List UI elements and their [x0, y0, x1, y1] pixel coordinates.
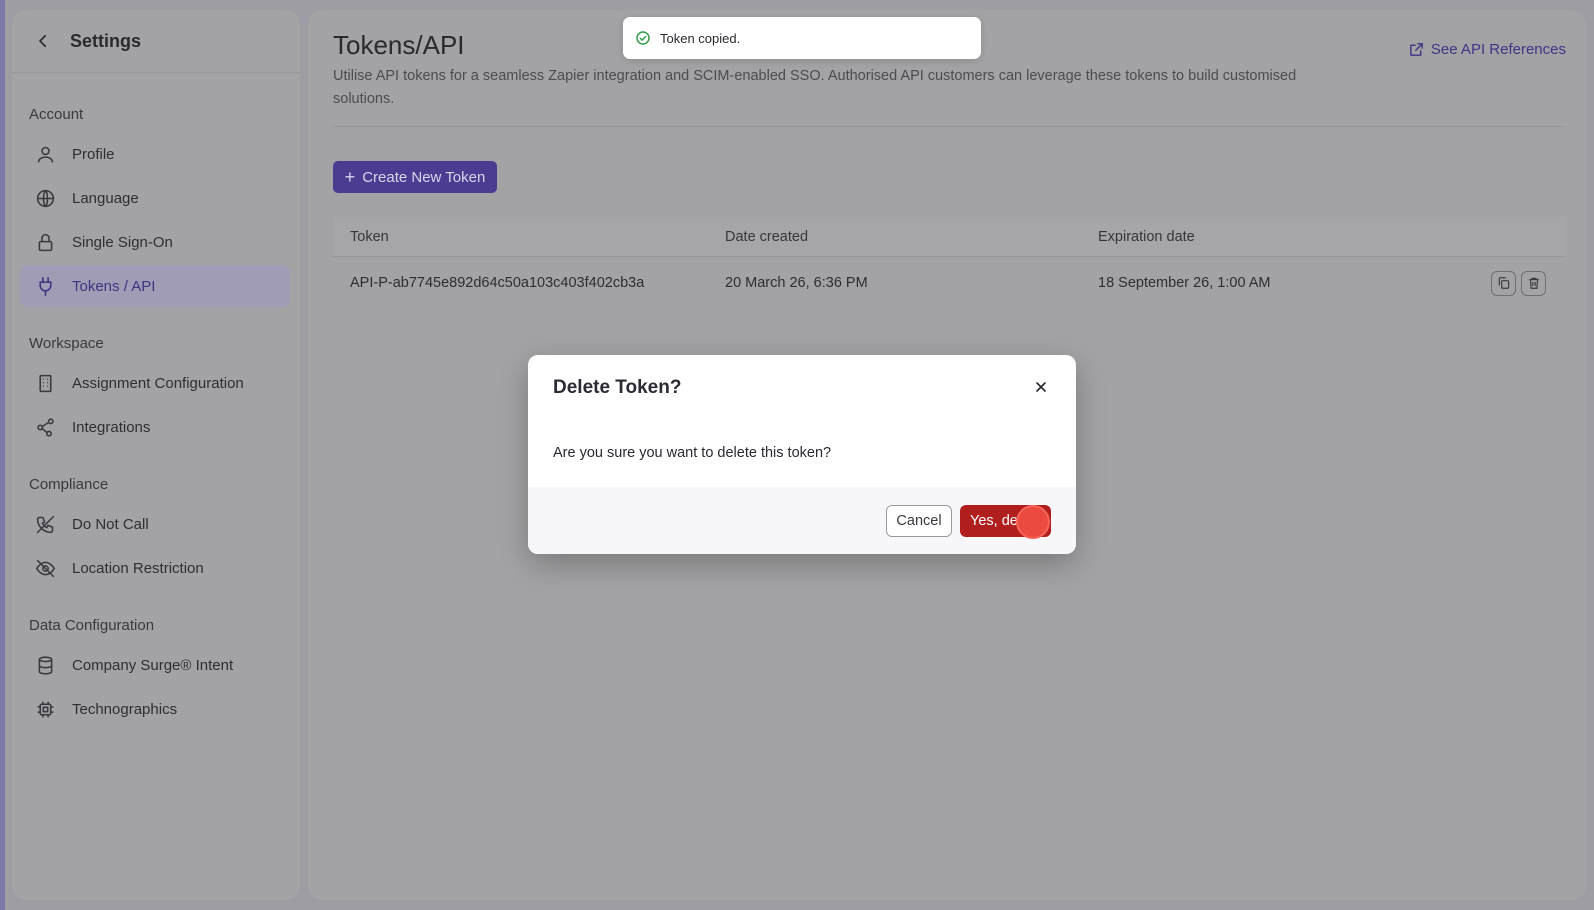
tokens-table: Token Date created Expiration date API-P…	[333, 217, 1566, 309]
sidebar-item-label: Language	[72, 189, 139, 207]
table-row: API-P-ab7745e892d64c50a103c403f402cb3a 2…	[333, 257, 1566, 309]
user-icon	[34, 143, 56, 165]
sidebar-item-label: Location Restriction	[72, 559, 204, 577]
sidebar-item-integrations[interactable]: Integrations	[20, 406, 290, 448]
copy-icon	[1498, 277, 1509, 289]
copy-token-button[interactable]	[1491, 270, 1516, 296]
cancel-button[interactable]: Cancel	[886, 505, 952, 537]
section-data-configuration: Data Configuration	[29, 617, 155, 634]
plug-icon	[34, 275, 56, 297]
database-icon	[34, 654, 56, 676]
page-title: Tokens/API	[333, 30, 465, 60]
lock-icon	[34, 231, 56, 253]
chip-icon	[34, 698, 56, 720]
sidebar-item-language[interactable]: Language	[20, 177, 290, 219]
token-date-created: 20 March 26, 6:36 PM	[725, 275, 868, 291]
token-expiration-date: 18 September 26, 1:00 AM	[1098, 275, 1271, 291]
sidebar-item-label: Profile	[72, 145, 115, 163]
sidebar-item-label: Technographics	[72, 700, 178, 718]
sidebar-item-label: Single Sign-On	[72, 233, 173, 251]
toast-message: Token copied.	[660, 30, 741, 46]
header-divider	[333, 126, 1566, 127]
sidebar-item-label: Do Not Call	[72, 515, 149, 533]
sidebar-item-location[interactable]: Location Restriction	[20, 547, 290, 589]
section-account: Account	[29, 106, 84, 123]
settings-sidebar: Settings Account Profile Language Single…	[12, 10, 300, 900]
building-icon	[34, 372, 56, 394]
trash-icon	[1528, 277, 1539, 289]
token-value: API-P-ab7745e892d64c50a103c403f402cb3a	[350, 275, 645, 291]
page-description: Utilise API tokens for a seamless Zapier…	[333, 68, 1297, 107]
share-nodes-icon	[34, 416, 56, 438]
delete-token-button[interactable]	[1521, 270, 1546, 296]
dialog-message: Are you sure you want to delete this tok…	[553, 445, 832, 461]
header-date-created: Date created	[725, 228, 809, 245]
section-workspace: Workspace	[29, 335, 104, 352]
header-token: Token	[350, 228, 389, 245]
header-expiration-date: Expiration date	[1098, 228, 1195, 245]
create-token-label: Create New Token	[362, 168, 486, 186]
sidebar-item-profile[interactable]: Profile	[20, 133, 290, 175]
sidebar-item-label: Tokens / API	[72, 277, 156, 295]
sidebar-item-technographics[interactable]: Technographics	[20, 688, 290, 730]
toast-notification: Token copied.	[623, 17, 981, 59]
phone-off-icon	[34, 513, 56, 535]
sidebar-item-label: Company Surge® Intent	[72, 656, 234, 674]
create-new-token-button[interactable]: + Create New Token	[333, 161, 497, 193]
globe-icon	[34, 187, 56, 209]
row-actions	[1491, 270, 1546, 296]
eye-off-icon	[34, 557, 56, 579]
sidebar-item-label: Assignment Configuration	[72, 374, 244, 392]
close-icon[interactable]	[1031, 377, 1051, 397]
sidebar-item-label: Integrations	[72, 418, 151, 436]
table-header: Token Date created Expiration date	[333, 217, 1566, 257]
external-link-icon	[1410, 43, 1423, 56]
check-circle-icon	[636, 31, 650, 45]
section-compliance: Compliance	[29, 476, 109, 493]
sidebar-header: Settings	[12, 10, 300, 73]
api-references-link[interactable]: See API References	[1408, 41, 1566, 58]
api-references-label: See API References	[1430, 41, 1566, 58]
sidebar-item-tokens-api[interactable]: Tokens / API	[20, 265, 290, 307]
dialog-title: Delete Token?	[553, 377, 682, 398]
back-arrow-icon[interactable]	[34, 32, 52, 50]
sidebar-title: Settings	[70, 30, 142, 51]
sidebar-item-assignment[interactable]: Assignment Configuration	[20, 362, 290, 404]
click-indicator	[1016, 505, 1050, 539]
sidebar-item-sso[interactable]: Single Sign-On	[20, 221, 290, 263]
plus-icon: +	[344, 166, 356, 187]
sidebar-item-company-surge[interactable]: Company Surge® Intent	[20, 644, 290, 686]
sidebar-item-do-not-call[interactable]: Do Not Call	[20, 503, 290, 545]
